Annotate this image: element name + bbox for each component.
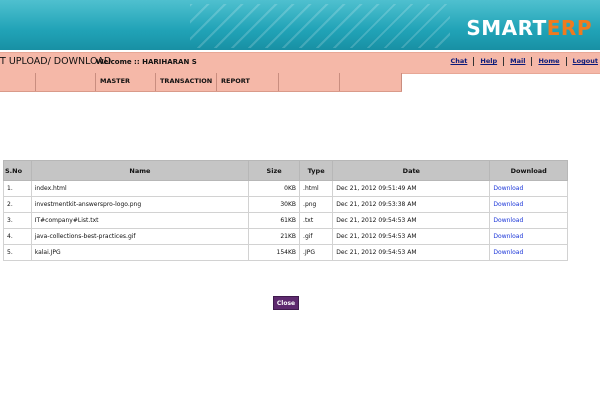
logo-smart-text: SMART	[466, 16, 547, 40]
cell-date: Dec 21, 2012 09:54:53 AM	[332, 228, 491, 245]
cell-download: Download	[489, 196, 568, 213]
cell-download: Download	[489, 244, 568, 261]
table-row: 2. investmentkit-answerspro-logo.png 30K…	[3, 196, 568, 213]
cell-download: Download	[489, 180, 568, 197]
col-header-download: Download	[489, 160, 568, 181]
cell-date: Dec 21, 2012 09:53:38 AM	[332, 196, 491, 213]
app-header: SMARTERP	[0, 0, 600, 50]
cell-date: Dec 21, 2012 09:51:49 AM	[332, 180, 491, 197]
cell-sno: 4.	[3, 228, 32, 245]
cell-date: Dec 21, 2012 09:54:53 AM	[332, 212, 491, 229]
cell-type: .html	[299, 180, 334, 197]
cell-name: kalai.JPG	[30, 244, 250, 261]
col-header-sno: S.No	[3, 160, 32, 181]
cell-sno: 1.	[3, 180, 32, 197]
table-row: 5. kalai.JPG 154KB .JPG Dec 21, 2012 09:…	[3, 244, 568, 261]
menu-bar: MASTER TRANSACTION REPORT	[0, 73, 402, 92]
cell-type: .png	[299, 196, 334, 213]
header-pattern	[190, 4, 450, 48]
title-bar: T UPLOAD/ DOWNLOAD Welcome :: HARIHARAN …	[0, 52, 600, 74]
close-button[interactable]: Close	[273, 296, 299, 310]
cell-sno: 2.	[3, 196, 32, 213]
logo-erp-text: ERP	[546, 16, 592, 40]
mail-link[interactable]: Mail	[504, 57, 533, 66]
cell-size: 30KB	[248, 196, 301, 213]
table-row: 3. IT#company#List.txt 61KB .txt Dec 21,…	[3, 212, 568, 229]
download-link[interactable]: Download	[493, 185, 523, 192]
download-link[interactable]: Download	[493, 201, 523, 208]
files-table: S.No Name Size Type Date Download 1. ind…	[3, 160, 568, 261]
cell-sno: 3.	[3, 212, 32, 229]
menu-item-transaction[interactable]: TRANSACTION	[156, 73, 217, 91]
cell-download: Download	[489, 228, 568, 245]
smarterp-logo: SMARTERP	[466, 16, 592, 40]
cell-name: IT#company#List.txt	[30, 212, 250, 229]
download-link[interactable]: Download	[493, 217, 523, 224]
cell-type: .txt	[299, 212, 334, 229]
download-link[interactable]: Download	[493, 233, 523, 240]
menu-item-blank-2[interactable]	[36, 73, 96, 91]
menu-item-master[interactable]: MASTER	[96, 73, 156, 91]
menu-item-report[interactable]: REPORT	[217, 73, 279, 91]
col-header-size: Size	[248, 160, 301, 181]
cell-name: investmentkit-answerspro-logo.png	[30, 196, 250, 213]
chat-link[interactable]: Chat	[444, 57, 475, 66]
top-links: Chat Help Mail Home Logout	[444, 57, 600, 66]
col-header-date: Date	[332, 160, 491, 181]
table-header-row: S.No Name Size Type Date Download	[3, 160, 568, 181]
home-link[interactable]: Home	[532, 57, 567, 66]
page-title: T UPLOAD/ DOWNLOAD	[0, 56, 112, 67]
download-link[interactable]: Download	[493, 249, 523, 256]
cell-name: java-collections-best-practices.gif	[30, 228, 250, 245]
cell-date: Dec 21, 2012 09:54:53 AM	[332, 244, 491, 261]
menu-item-blank-3[interactable]	[279, 73, 340, 91]
cell-size: 21KB	[248, 228, 301, 245]
menu-item-blank-1[interactable]	[0, 73, 36, 91]
table-row: 1. index.html 0KB .html Dec 21, 2012 09:…	[3, 180, 568, 197]
col-header-name: Name	[30, 160, 250, 181]
cell-size: 154KB	[248, 244, 301, 261]
cell-name: index.html	[30, 180, 250, 197]
help-link[interactable]: Help	[474, 57, 505, 66]
cell-size: 0KB	[248, 180, 301, 197]
cell-size: 61KB	[248, 212, 301, 229]
col-header-type: Type	[299, 160, 334, 181]
welcome-text: Welcome :: HARIHARAN S	[96, 58, 197, 66]
cell-sno: 5.	[3, 244, 32, 261]
cell-type: .gif	[299, 228, 334, 245]
cell-download: Download	[489, 212, 568, 229]
logout-link[interactable]: Logout	[567, 57, 600, 66]
cell-type: .JPG	[299, 244, 334, 261]
menu-item-blank-4[interactable]	[340, 73, 402, 91]
table-row: 4. java-collections-best-practices.gif 2…	[3, 228, 568, 245]
